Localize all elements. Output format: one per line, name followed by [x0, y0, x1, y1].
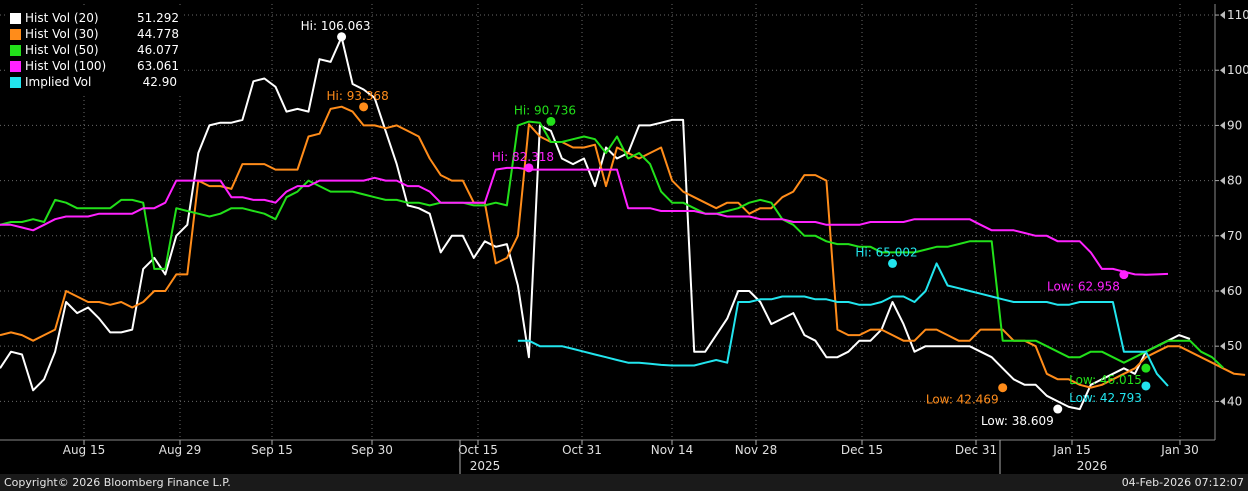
- extreme-marker: [1053, 404, 1063, 414]
- y-tick-arrow: [1220, 11, 1225, 20]
- legend-item-hv50: Hist Vol (50) 46.077: [10, 42, 179, 58]
- legend-series-name: Implied Vol: [25, 75, 92, 89]
- x-tick-label: Sep 30: [351, 443, 393, 457]
- extreme-marker: [359, 102, 369, 112]
- legend-swatch: [10, 12, 21, 24]
- y-tick-arrow: [1220, 231, 1225, 240]
- extreme-label: Low: 42.469: [926, 393, 999, 407]
- y-tick-label: 70: [1227, 229, 1242, 243]
- legend-item-implied: Implied Vol 42.90: [10, 74, 177, 90]
- extreme-marker: [524, 163, 534, 173]
- y-tick-arrow: [1220, 397, 1225, 406]
- y-tick-label: 110: [1227, 8, 1248, 22]
- extreme-label: Hi: 65.002: [855, 245, 917, 259]
- legend-item-hv30: Hist Vol (30) 44.778: [10, 26, 179, 42]
- y-tick-label: 60: [1227, 284, 1242, 298]
- legend-series-value: 44.778: [137, 27, 179, 41]
- x-tick-label: Dec 31: [955, 443, 997, 457]
- legend-item-hv20: Hist Vol (20) 51.292: [10, 10, 179, 26]
- y-tick-arrow: [1220, 176, 1225, 185]
- x-tick-label: Nov 14: [651, 443, 694, 457]
- y-tick-label: 90: [1227, 118, 1242, 132]
- legend-series-value: 42.90: [142, 75, 177, 89]
- legend-series-name: Hist Vol (100): [25, 59, 107, 73]
- extreme-label: Low: 42.793: [1069, 391, 1142, 405]
- extreme-marker: [337, 32, 347, 42]
- x-tick-label: Aug 29: [159, 443, 202, 457]
- chart-legend: Hist Vol (20) 51.292 Hist Vol (30) 44.77…: [6, 8, 183, 93]
- legend-item-hv100: Hist Vol (100) 63.061: [10, 58, 179, 74]
- extreme-marker: [546, 116, 556, 126]
- legend-series-name: Hist Vol (50): [25, 43, 99, 57]
- y-tick-arrow: [1220, 286, 1225, 295]
- y-tick-arrow: [1220, 342, 1225, 351]
- y-tick-label: 40: [1227, 394, 1242, 408]
- y-tick-label: 100: [1227, 63, 1248, 77]
- x-year-label: 2025: [470, 459, 501, 473]
- extreme-label: Hi: 93.368: [327, 89, 389, 103]
- x-tick-label: Aug 15: [63, 443, 106, 457]
- extreme-marker: [1141, 381, 1151, 391]
- y-tick-label: 80: [1227, 174, 1242, 188]
- series-line: [0, 120, 1224, 369]
- timestamp-text: 04-Feb-2026 07:12:07: [1121, 476, 1244, 489]
- legend-swatch: [10, 60, 21, 72]
- x-tick-label: Nov 28: [735, 443, 778, 457]
- extreme-label: Low: 62.958: [1047, 280, 1120, 294]
- extreme-label: Low: 46.015: [1069, 373, 1142, 387]
- legend-series-value: 46.077: [137, 43, 179, 57]
- legend-swatch: [10, 44, 21, 56]
- extreme-label: Hi: 82.318: [492, 150, 554, 164]
- y-tick-arrow: [1220, 121, 1225, 130]
- extreme-marker: [1141, 363, 1151, 373]
- volatility-chart: 40 50 60 70 80 90 100 110 Aug 15 Aug 29 Sep 15 Sep …: [0, 4, 1248, 474]
- extreme-label: Hi: 90.736: [514, 103, 576, 117]
- extreme-label: Low: 38.609: [981, 414, 1054, 428]
- copyright-text: Copyright© 2026 Bloomberg Finance L.P.: [4, 476, 231, 489]
- x-tick-label: Sep 15: [251, 443, 293, 457]
- legend-series-name: Hist Vol (20): [25, 11, 99, 25]
- legend-series-value: 51.292: [137, 11, 179, 25]
- legend-swatch: [10, 28, 21, 40]
- x-year-label: 2026: [1077, 459, 1108, 473]
- legend-series-value: 63.061: [137, 59, 179, 73]
- extreme-marker: [888, 258, 897, 268]
- extreme-marker: [998, 383, 1008, 393]
- x-tick-label: Oct 15: [458, 443, 498, 457]
- y-tick-label: 50: [1227, 339, 1242, 353]
- legend-swatch: [10, 76, 21, 88]
- x-tick-label: Oct 31: [562, 443, 602, 457]
- legend-series-name: Hist Vol (30): [25, 27, 99, 41]
- x-tick-label: Jan 15: [1052, 443, 1091, 457]
- extreme-label: Hi: 106.063: [301, 19, 371, 33]
- extreme-marker: [1119, 270, 1129, 280]
- footer-bar: Copyright© 2026 Bloomberg Finance L.P. 0…: [0, 474, 1248, 491]
- y-tick-arrow: [1220, 66, 1225, 75]
- x-tick-label: Dec 15: [841, 443, 883, 457]
- x-tick-label: Jan 30: [1160, 443, 1199, 457]
